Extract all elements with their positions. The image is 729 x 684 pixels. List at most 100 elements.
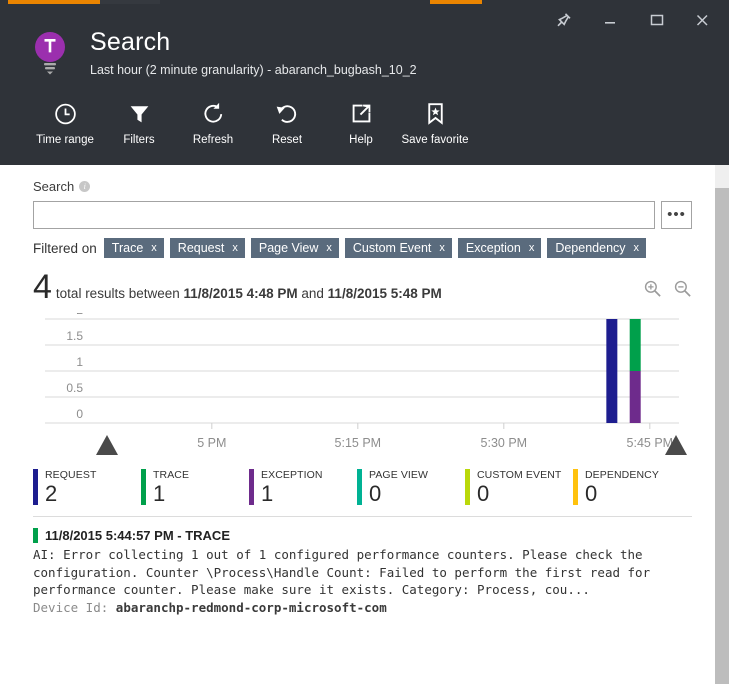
summary-prefix: total results between xyxy=(55,286,180,301)
legend-value: 0 xyxy=(477,481,490,506)
command-label: Help xyxy=(349,134,373,146)
legend-item-trace[interactable]: TRACE 1 xyxy=(141,469,249,506)
filter-chip-page-view[interactable]: Page View x xyxy=(250,238,339,258)
command-help[interactable]: Help xyxy=(324,96,398,147)
results-summary-text: total results between 11/8/2015 4:48 PM … xyxy=(56,286,442,301)
chart-x-tick-label: 5:45 PM xyxy=(627,436,674,450)
pin-icon[interactable] xyxy=(543,6,585,34)
legend-value: 1 xyxy=(261,481,274,506)
accent-strip xyxy=(0,0,729,4)
minimize-icon[interactable] xyxy=(589,6,631,34)
zoom-in-icon[interactable] xyxy=(643,279,662,303)
bookmark-star-icon xyxy=(423,98,448,128)
chart-bar-segment[interactable] xyxy=(629,319,641,371)
legend-label: DEPENDENCY xyxy=(585,469,659,481)
command-label: Reset xyxy=(271,134,303,146)
scrollbar-track-top xyxy=(715,165,729,188)
maximize-icon[interactable] xyxy=(635,6,677,34)
chart-zoom-tools xyxy=(643,279,692,303)
legend-value: 0 xyxy=(585,481,598,506)
result-type-swatch xyxy=(33,528,38,543)
blade-content: Search i ••• Filtered on Trace x Request… xyxy=(0,165,714,684)
result-message: AI: Error collecting 1 out of 1 configur… xyxy=(33,547,651,597)
external-link-icon xyxy=(349,98,374,128)
result-type: TRACE xyxy=(185,528,230,543)
legend-item-custom-event[interactable]: CUSTOM EVENT 0 xyxy=(465,469,573,506)
legend-value: 0 xyxy=(369,481,382,506)
filter-chip-exception[interactable]: Exception x xyxy=(457,238,542,258)
command-label: Filters xyxy=(123,134,155,146)
close-icon[interactable] xyxy=(681,6,723,34)
chart-y-tick-label: 1.5 xyxy=(66,329,83,343)
result-meta-value: abaranchp-redmond-corp-microsoft-com xyxy=(115,599,387,615)
chart-y-tick-label: 0.5 xyxy=(66,381,83,395)
legend-item-page-view[interactable]: PAGE VIEW 0 xyxy=(357,469,465,506)
chip-remove-icon[interactable]: x xyxy=(232,238,238,258)
legend-label: PAGE VIEW xyxy=(369,469,429,481)
zoom-out-icon[interactable] xyxy=(673,279,692,303)
legend-label: TRACE xyxy=(153,469,190,481)
chip-label: Page View xyxy=(258,241,319,255)
legend-item-dependency[interactable]: DEPENDENCY 0 xyxy=(573,469,681,506)
range-end: 11/8/2015 5:48 PM xyxy=(327,286,442,301)
legend-color-swatch xyxy=(465,469,470,505)
legend-item-exception[interactable]: EXCEPTION 1 xyxy=(249,469,357,506)
content-scrollbar[interactable] xyxy=(714,165,729,684)
filter-chip-trace[interactable]: Trace x xyxy=(103,238,164,258)
filter-chip-request[interactable]: Request x xyxy=(169,238,245,258)
chip-label: Dependency xyxy=(555,241,626,255)
search-blade: Search Last hour (2 minute granularity) … xyxy=(0,0,729,684)
filter-chip-list: Filtered on Trace x Request x Page View … xyxy=(33,238,683,258)
search-input[interactable] xyxy=(33,201,655,229)
accent-segment-left xyxy=(8,0,100,4)
chip-remove-icon[interactable]: x xyxy=(634,238,640,258)
page-subtitle: Last hour (2 minute granularity) - abara… xyxy=(90,63,417,77)
chart-bar-segment[interactable] xyxy=(629,371,641,423)
chip-remove-icon[interactable]: x xyxy=(529,238,535,258)
result-list-item[interactable]: 11/8/2015 5:44:57 PM - TRACE AI: Error c… xyxy=(33,528,692,616)
chip-label: Exception xyxy=(465,241,521,255)
info-icon[interactable]: i xyxy=(79,181,91,192)
search-more-button[interactable]: ••• xyxy=(661,201,692,229)
result-timestamp: 11/8/2015 5:44:57 PM xyxy=(45,528,174,543)
filter-chip-dependency[interactable]: Dependency x xyxy=(547,238,647,258)
command-filters[interactable]: Filters xyxy=(102,96,176,147)
chart-x-tick-label: 5 PM xyxy=(197,436,226,450)
result-header: 11/8/2015 5:44:57 PM - TRACE xyxy=(33,528,692,543)
chip-remove-icon[interactable]: x xyxy=(151,238,157,258)
clock-icon xyxy=(53,98,78,128)
chip-remove-icon[interactable]: x xyxy=(326,238,332,258)
chip-label: Custom Event xyxy=(352,241,432,255)
filter-chip-custom-event[interactable]: Custom Event x xyxy=(344,238,452,258)
telemetry-type-legend: REQUEST 2 TRACE 1 EXCEPTION 1 PAGE VIEW … xyxy=(33,469,692,517)
legend-item-request[interactable]: REQUEST 2 xyxy=(33,469,141,506)
command-save-favorite[interactable]: Save favorite xyxy=(398,96,472,147)
chart-x-tick-label: 5:30 PM xyxy=(481,436,528,450)
chart-y-tick-label: 1 xyxy=(76,355,83,369)
results-timeline-chart[interactable]: 0 0.5 1 1.5 2 5 PM 5:15 PM 5:30 PM 5:45 PM xyxy=(33,313,692,463)
lightbulb-icon xyxy=(30,26,74,81)
accent-gap xyxy=(100,0,160,4)
filtered-on-label: Filtered on xyxy=(33,240,97,256)
command-refresh[interactable]: Refresh xyxy=(176,96,250,147)
command-label: Time range xyxy=(36,134,94,146)
legend-label: REQUEST xyxy=(45,469,97,481)
chip-remove-icon[interactable]: x xyxy=(439,238,445,258)
command-time-range[interactable]: Time range xyxy=(28,96,102,147)
chart-y-tick-label: 0 xyxy=(76,407,83,421)
chart-x-tick-label: 5:15 PM xyxy=(335,436,382,450)
legend-color-swatch xyxy=(141,469,146,505)
accent-segment-right xyxy=(430,0,482,4)
command-label: Refresh xyxy=(192,134,234,146)
page-title: Search xyxy=(90,28,171,56)
chart-bar-segment[interactable] xyxy=(606,319,618,423)
chart-y-tick-label: 2 xyxy=(76,313,83,317)
left-range-handle[interactable] xyxy=(96,435,118,455)
command-reset[interactable]: Reset xyxy=(250,96,324,147)
scrollbar-thumb[interactable] xyxy=(715,188,729,684)
legend-color-swatch xyxy=(357,469,362,505)
search-row: ••• xyxy=(33,201,692,229)
search-label-text: Search xyxy=(33,179,75,194)
blade-header: Search Last hour (2 minute granularity) … xyxy=(0,0,729,165)
legend-color-swatch xyxy=(33,469,38,505)
